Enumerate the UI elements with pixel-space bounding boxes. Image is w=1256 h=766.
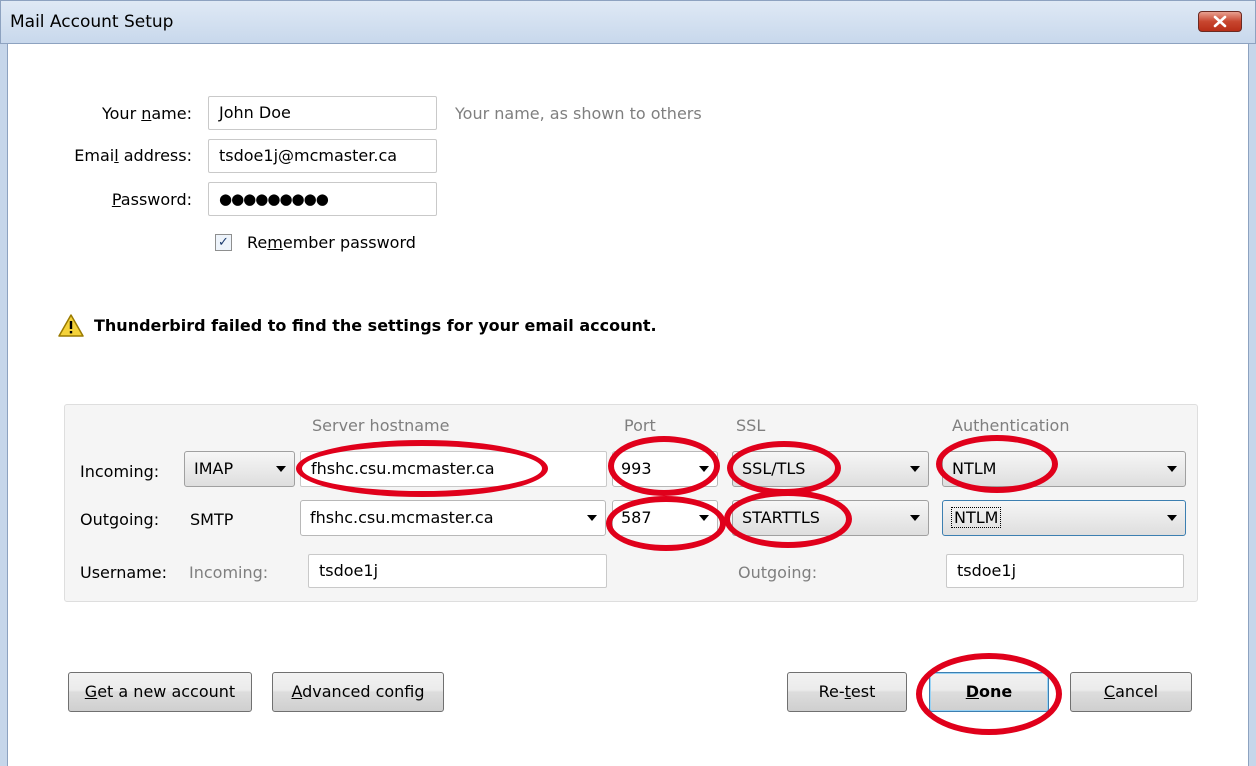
name-label: Your name: xyxy=(101,104,192,123)
incoming-hostname-field[interactable]: fhshc.csu.mcmaster.ca xyxy=(300,451,607,487)
outgoing-label: Outgoing: xyxy=(80,510,160,529)
chevron-down-icon xyxy=(587,515,597,521)
chevron-down-icon xyxy=(276,466,286,472)
outgoing-ssl-select[interactable]: STARTTLS xyxy=(732,500,929,536)
close-icon xyxy=(1213,15,1227,28)
remember-password-checkbox[interactable]: ✓ xyxy=(215,234,232,251)
warning-message: Thunderbird failed to find the settings … xyxy=(94,316,657,335)
incoming-protocol-select[interactable]: IMAP xyxy=(184,451,295,487)
window-frame-right xyxy=(1248,44,1256,766)
outgoing-auth-select[interactable]: NTLM xyxy=(942,500,1186,536)
chevron-down-icon xyxy=(910,515,920,521)
password-label: Password: xyxy=(111,190,192,209)
name-hint: Your name, as shown to others xyxy=(455,104,702,123)
incoming-auth-value: NTLM xyxy=(952,459,997,478)
incoming-ssl-value: SSL/TLS xyxy=(742,459,806,478)
username-outgoing-label: Outgoing: xyxy=(738,563,818,582)
authentication-header: Authentication xyxy=(952,416,1070,435)
incoming-auth-select[interactable]: NTLM xyxy=(942,451,1186,487)
incoming-port-select[interactable]: 993 xyxy=(612,451,718,487)
chevron-down-icon xyxy=(910,466,920,472)
outgoing-ssl-value: STARTTLS xyxy=(742,508,820,527)
username-label: Username: xyxy=(80,563,167,582)
title-bar xyxy=(0,0,1256,44)
incoming-protocol-value: IMAP xyxy=(194,459,234,478)
outgoing-hostname-select[interactable]: fhshc.csu.mcmaster.ca xyxy=(300,500,606,536)
done-button[interactable]: Done xyxy=(929,672,1049,712)
chevron-down-icon xyxy=(699,515,709,521)
warning-icon xyxy=(58,314,84,337)
outgoing-port-value: 587 xyxy=(621,508,652,527)
outgoing-auth-value: NTLM xyxy=(950,507,1002,528)
window-title: Mail Account Setup xyxy=(10,12,174,32)
incoming-port-value: 993 xyxy=(621,459,652,478)
get-new-account-button[interactable]: Get a new account xyxy=(68,672,252,712)
password-field[interactable]: ●●●●●●●●● xyxy=(208,182,437,216)
hostname-header: Server hostname xyxy=(312,416,450,435)
ssl-header: SSL xyxy=(736,416,766,435)
email-field[interactable]: tsdoe1j@mcmaster.ca xyxy=(208,139,437,173)
outgoing-protocol: SMTP xyxy=(190,510,234,529)
incoming-ssl-select[interactable]: SSL/TLS xyxy=(732,451,929,487)
chevron-down-icon xyxy=(699,466,709,472)
chevron-down-icon xyxy=(1167,466,1177,472)
chevron-down-icon xyxy=(1167,515,1177,521)
name-field[interactable]: John Doe xyxy=(208,96,437,130)
outgoing-port-select[interactable]: 587 xyxy=(612,500,718,536)
port-header: Port xyxy=(624,416,656,435)
close-button[interactable] xyxy=(1198,11,1242,32)
email-label: Email address: xyxy=(74,146,192,165)
remember-password-label[interactable]: Remember password xyxy=(247,233,416,252)
advanced-config-button[interactable]: Advanced config xyxy=(272,672,444,712)
cancel-button[interactable]: Cancel xyxy=(1070,672,1192,712)
outgoing-username-field[interactable]: tsdoe1j xyxy=(946,554,1184,588)
retest-button[interactable]: Re-test xyxy=(787,672,907,712)
incoming-label: Incoming: xyxy=(80,462,160,481)
outgoing-hostname-value: fhshc.csu.mcmaster.ca xyxy=(310,508,494,527)
username-incoming-label: Incoming: xyxy=(189,563,269,582)
incoming-username-field[interactable]: tsdoe1j xyxy=(308,554,607,588)
